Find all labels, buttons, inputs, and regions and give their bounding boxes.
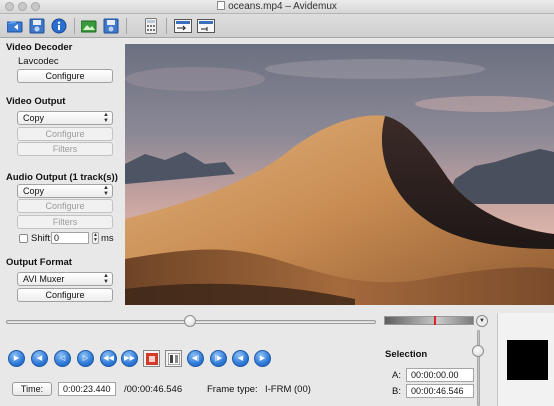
calculator-icon[interactable]	[142, 17, 160, 35]
save-video-icon[interactable]	[28, 17, 46, 35]
window-title-wrap: oceans.mp4 – Avidemux	[0, 1, 554, 12]
seek-slider-knob[interactable]	[184, 315, 196, 327]
volume-slider-track[interactable]	[477, 330, 480, 406]
toolbar-separator	[166, 18, 167, 34]
selection-a-label: A:	[392, 370, 401, 381]
frame-type-label: Frame type:	[207, 384, 258, 395]
video-decoder-configure-button[interactable]: Configure	[17, 69, 113, 83]
volume-marker	[434, 316, 436, 325]
select-arrows-icon: ▲ ▼	[103, 185, 109, 197]
save-image-icon[interactable]	[102, 17, 120, 35]
toolbar-separator	[126, 18, 127, 34]
audio-output-codec-value: Copy	[23, 186, 45, 196]
select-arrows-icon: ▲ ▼	[103, 112, 109, 124]
previous-frame-icon[interactable]: ◀	[31, 350, 48, 367]
info-icon[interactable]	[50, 17, 68, 35]
total-time-label: /00:00:46.546	[124, 384, 183, 395]
output-format-select[interactable]: AVI Muxer ▲ ▼	[17, 272, 113, 286]
next-keyframe-icon[interactable]: |▶	[210, 350, 227, 367]
video-decoder-title: Video Decoder	[6, 42, 73, 53]
video-output-configure-button[interactable]: Configure	[17, 127, 113, 141]
audio-output-codec-select[interactable]: Copy ▲ ▼	[17, 184, 113, 198]
selection-b-field[interactable]: 00:00:46.546	[406, 384, 474, 398]
toolbar-separator	[74, 18, 75, 34]
output-format-value: AVI Muxer	[23, 274, 65, 284]
volume-meter[interactable]	[384, 316, 474, 325]
audio-filter-icon[interactable]	[197, 17, 215, 35]
selection-b-label: B:	[392, 386, 401, 397]
fast-forward-icon[interactable]: ▶▶	[121, 350, 138, 367]
volume-slider-knob[interactable]	[472, 345, 484, 357]
video-output-filters-button[interactable]: Filters	[17, 142, 113, 156]
title-bar: oceans.mp4 – Avidemux	[0, 0, 554, 14]
video-decoder-name: Lavcodec	[18, 56, 59, 67]
select-arrows-icon: ▲ ▼	[103, 273, 109, 285]
forward-icon[interactable]: ▷	[77, 350, 94, 367]
video-output-codec-value: Copy	[23, 113, 45, 123]
audio-output-configure-button[interactable]: Configure	[17, 199, 113, 213]
audio-output-filters-button[interactable]: Filters	[17, 215, 113, 229]
open-video-icon[interactable]	[6, 17, 24, 35]
video-output-codec-select[interactable]: Copy ▲ ▼	[17, 111, 113, 125]
audio-meter-display	[507, 340, 548, 380]
current-time-field[interactable]: 0:00:23.440	[58, 382, 116, 396]
next-black-icon[interactable]: ▶	[254, 350, 271, 367]
video-filter-icon[interactable]	[174, 17, 192, 35]
open-image-icon[interactable]	[80, 17, 98, 35]
output-format-title: Output Format	[6, 257, 72, 268]
audio-shift-unit: ms	[101, 233, 114, 244]
mark-a-icon[interactable]	[143, 350, 160, 367]
mark-b-icon[interactable]	[165, 350, 182, 367]
rewind-icon[interactable]: ◀◀	[100, 350, 117, 367]
toolbar	[0, 14, 554, 38]
audio-shift-input[interactable]: 0	[51, 232, 89, 244]
window-title: oceans.mp4 – Avidemux	[228, 1, 337, 12]
time-button[interactable]: Time:	[12, 382, 52, 396]
selection-a-field[interactable]: 00:00:00.00	[406, 368, 474, 382]
video-preview	[125, 44, 554, 305]
video-output-title: Video Output	[6, 96, 66, 107]
audio-shift-label: Shift:	[31, 233, 53, 244]
output-format-configure-button[interactable]: Configure	[17, 288, 113, 302]
previous-black-icon[interactable]: ◀	[232, 350, 249, 367]
selection-title: Selection	[385, 349, 428, 360]
video-frame-image	[125, 44, 554, 305]
volume-menu-icon[interactable]: ▼	[476, 315, 488, 327]
back-icon[interactable]: ◁	[54, 350, 71, 367]
audio-output-title: Audio Output (1 track(s))	[6, 172, 118, 183]
frame-type-value: I-FRM (00)	[265, 384, 311, 395]
audio-shift-stepper[interactable]: ▲ ▼	[92, 232, 99, 244]
document-icon	[217, 1, 226, 10]
play-icon[interactable]: ▶	[8, 350, 25, 367]
audio-shift-checkbox[interactable]	[19, 234, 28, 243]
previous-keyframe-icon[interactable]: ◀|	[187, 350, 204, 367]
